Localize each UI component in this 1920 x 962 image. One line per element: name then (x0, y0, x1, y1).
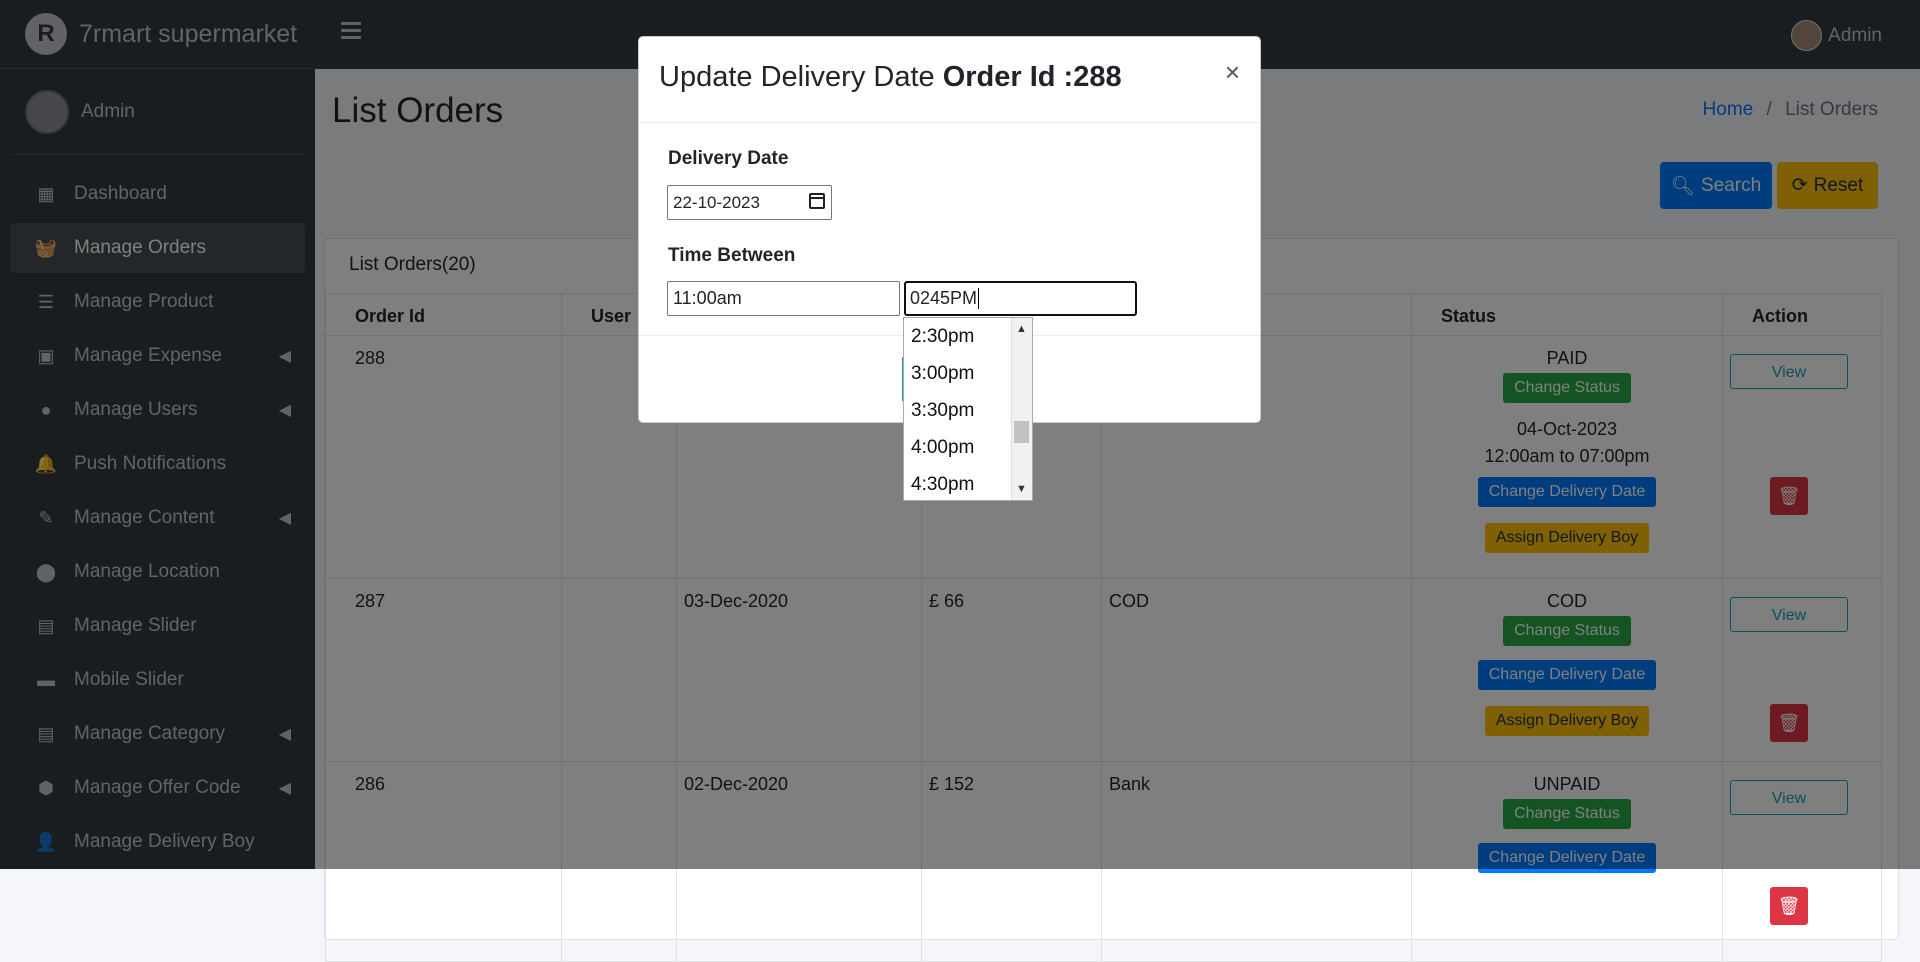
delivery-date-input[interactable]: 22-10-2023 (667, 185, 832, 220)
calendar-icon[interactable] (809, 193, 825, 209)
scroll-thumb[interactable] (1014, 421, 1029, 443)
delivery-date-value: 22-10-2023 (673, 192, 760, 212)
modal-header: Update Delivery Date Order Id :288 × (639, 37, 1260, 123)
time-to-value: 0245PM (910, 288, 978, 308)
delete-button[interactable]: 🗑︎ (1770, 887, 1808, 925)
modal-title-order-id: Order Id :288 (942, 61, 1122, 93)
text-cursor (978, 288, 980, 309)
time-to-input[interactable]: 0245PM (904, 281, 1137, 316)
modal-title: Update Delivery Date Order Id :288 (659, 61, 1122, 94)
close-icon[interactable]: × (1225, 57, 1240, 88)
dropdown-scrollbar[interactable]: ▲ ▼ (1011, 318, 1032, 500)
modal-title-prefix: Update Delivery Date (659, 61, 943, 93)
time-from-value: 11:00am (673, 288, 742, 308)
delivery-date-label: Delivery Date (668, 148, 789, 169)
trash-icon: 🗑︎ (1777, 895, 1801, 916)
modal-body: Delivery Date 22-10-2023 Time Between 11… (639, 123, 1260, 336)
time-suggestions-dropdown[interactable]: 2:30pm 3:00pm 3:30pm 4:00pm 4:30pm ▲ ▼ (903, 317, 1033, 501)
time-from-input[interactable]: 11:00am (667, 281, 900, 316)
scroll-down-icon[interactable]: ▼ (1016, 483, 1027, 495)
scroll-up-icon[interactable]: ▲ (1016, 323, 1027, 335)
time-between-label: Time Between (668, 245, 796, 266)
